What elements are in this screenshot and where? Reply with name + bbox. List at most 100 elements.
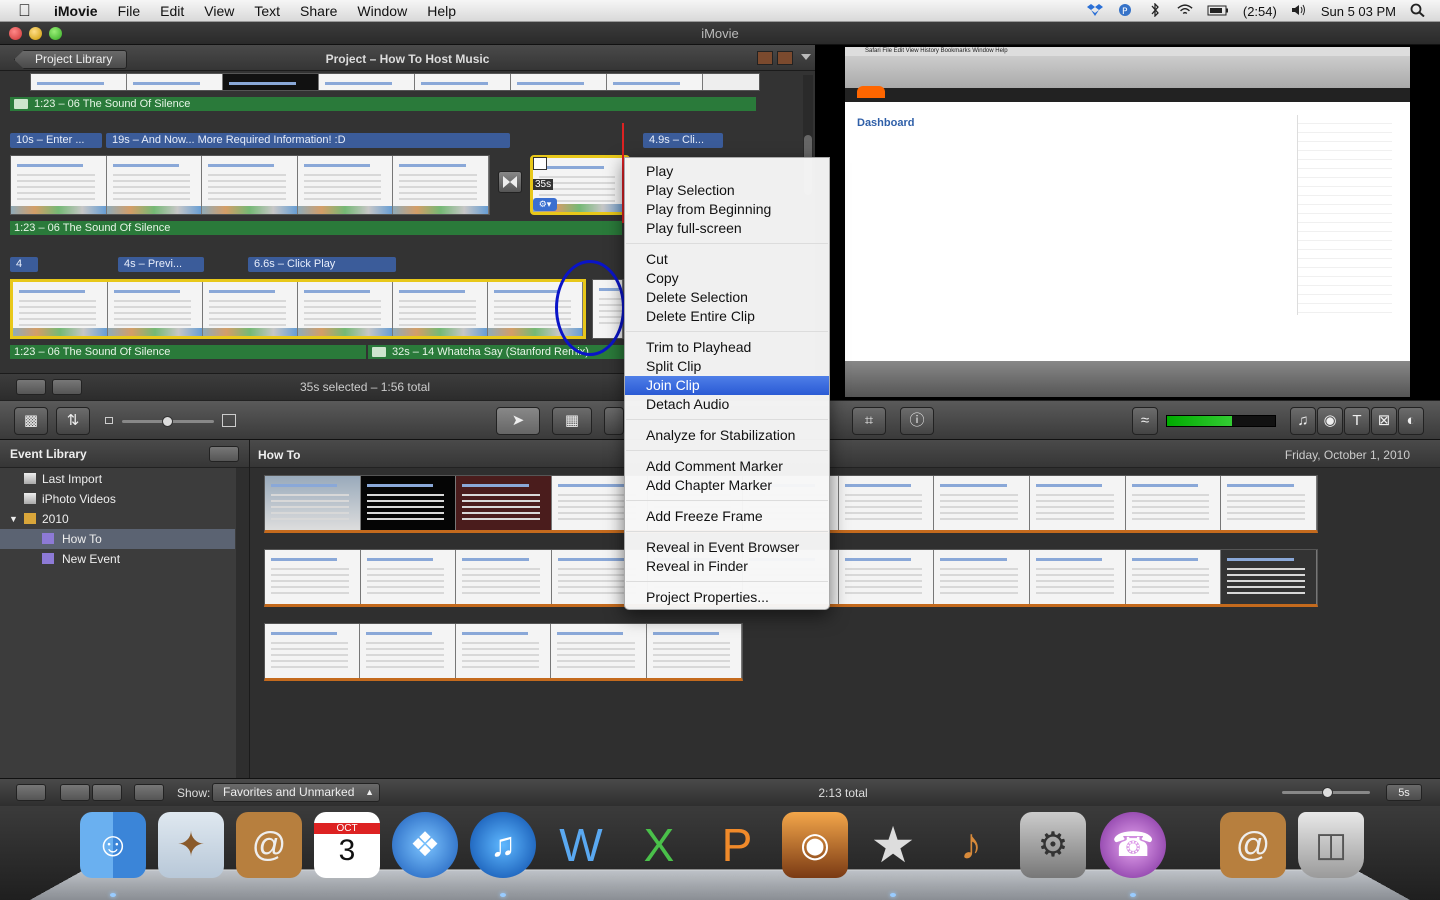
address-book-icon[interactable]: @ (1220, 812, 1286, 878)
event-item-new-event[interactable]: New Event (0, 549, 235, 569)
thumbnail-size-slider[interactable] (122, 416, 214, 427)
clip-thumbnail[interactable] (415, 74, 511, 90)
menu-item-detach-audio[interactable]: Detach Audio (625, 395, 829, 414)
clip-thumbnail[interactable] (106, 156, 203, 214)
apple-menu-icon[interactable]:  (18, 1, 31, 21)
word-icon[interactable]: W (548, 812, 614, 878)
play-button[interactable] (52, 379, 82, 395)
camera-import-icon[interactable]: ▩ (14, 407, 48, 435)
clip-thumbnail[interactable] (1221, 550, 1318, 604)
swap-panes-icon[interactable]: ⇅ (56, 407, 90, 435)
menu-item-delete-entire-clip[interactable]: Delete Entire Clip (625, 307, 829, 326)
music-browser-icon[interactable]: ♫ (1290, 407, 1316, 435)
clip-thumbnail[interactable] (838, 476, 935, 530)
clip-thumbnail[interactable] (1125, 476, 1222, 530)
clip-strip[interactable] (30, 73, 760, 91)
event-item-how-to[interactable]: How To (0, 529, 235, 549)
menu-item-play[interactable]: Play (625, 162, 829, 181)
clip-action-gear-icon[interactable]: ⚙▾ (533, 198, 557, 211)
clip-thumbnail[interactable] (607, 74, 703, 90)
clip-thumbnail[interactable] (265, 624, 361, 678)
clip-thumbnail[interactable] (455, 624, 552, 678)
clip-thumbnail[interactable] (13, 282, 108, 336)
event-library-scrollbar[interactable] (236, 468, 249, 778)
title-browser-icon[interactable]: T (1344, 407, 1370, 435)
menu-item-delete-selection[interactable]: Delete Selection (625, 288, 829, 307)
play-fullscreen-button[interactable] (16, 379, 46, 395)
photo-browser-icon[interactable]: ◉ (1317, 407, 1343, 435)
menu-item-reveal-in-finder[interactable]: Reveal in Finder (625, 557, 829, 576)
bluetooth-icon[interactable] (1147, 2, 1163, 20)
zoom-slider[interactable] (1282, 787, 1370, 798)
clip-thumbnail[interactable] (11, 156, 107, 214)
iphoto-icon[interactable]: ◉ (782, 812, 848, 878)
event-item-last-import[interactable]: Last Import (0, 469, 235, 489)
menu-item-cut[interactable]: Cut (625, 250, 829, 269)
finder-icon[interactable]: ☺ (80, 812, 146, 878)
menu-item-project-properties[interactable]: Project Properties... (625, 588, 829, 607)
clip-thumbnail[interactable] (319, 74, 415, 90)
imovie-icon[interactable]: ★ (860, 812, 926, 878)
clip-thumbnail[interactable] (456, 476, 552, 530)
clip-thumbnail[interactable] (551, 624, 647, 678)
clip-thumbnail[interactable] (127, 74, 223, 90)
clip-thumbnail[interactable] (456, 550, 552, 604)
clip-title-bar[interactable]: 10s – Enter ... (10, 133, 102, 148)
wifi-icon[interactable] (1177, 3, 1193, 20)
transition-browser-icon[interactable]: ⊠ (1371, 407, 1397, 435)
battery-time[interactable]: (2:54) (1243, 4, 1277, 19)
menu-share[interactable]: Share (300, 3, 337, 19)
event-clip-strip[interactable] (264, 623, 743, 681)
address-book-icon[interactable]: @ (236, 812, 302, 878)
clip-thumbnail[interactable] (202, 156, 298, 214)
clip-title-bar[interactable]: 4 (10, 257, 38, 272)
clip-thumbnail[interactable] (1030, 476, 1126, 530)
clip-thumbnail[interactable] (203, 282, 298, 336)
menu-item-play-full-screen[interactable]: Play full-screen (625, 219, 829, 238)
excel-icon[interactable]: X (626, 812, 692, 878)
favorite-button[interactable] (604, 407, 624, 435)
clip-thumbnail[interactable] (393, 282, 488, 336)
map-browser-icon[interactable]: ◐ (1398, 407, 1424, 435)
clip-thumbnail[interactable] (934, 476, 1031, 530)
clip-thumbnail[interactable] (297, 156, 394, 214)
chevron-down-icon[interactable] (801, 54, 811, 60)
broadcast-icon[interactable]: ☎ (1100, 812, 1166, 878)
clip-thumbnail[interactable] (838, 550, 935, 604)
menu-view[interactable]: View (204, 3, 234, 19)
music-track[interactable]: 1:23 – 06 The Sound Of Silence (10, 97, 756, 111)
clip-thumbnail[interactable] (934, 550, 1031, 604)
menu-item-add-chapter-marker[interactable]: Add Chapter Marker (625, 476, 829, 495)
menu-edit[interactable]: Edit (160, 3, 184, 19)
menu-window[interactable]: Window (357, 3, 407, 19)
sync-icon[interactable]: P (1117, 3, 1133, 20)
menu-item-play-selection[interactable]: Play Selection (625, 181, 829, 200)
safari-icon[interactable]: ❖ (392, 812, 458, 878)
clip-thumbnail[interactable] (511, 74, 607, 90)
clip-thumbnail[interactable] (646, 624, 743, 678)
disclosure-triangle-icon[interactable]: ▼ (9, 509, 18, 529)
garageband-icon[interactable]: ♪ (938, 812, 1004, 878)
crop-badge-icon[interactable] (533, 157, 547, 170)
menu-clock[interactable]: Sun 5 03 PM (1321, 4, 1396, 19)
mail-icon[interactable]: ✦ (158, 812, 224, 878)
menu-file[interactable]: File (118, 3, 141, 19)
comment-marker-icon[interactable] (757, 51, 773, 65)
crop-tool-button[interactable]: ⌗ (852, 407, 886, 435)
clip-thumbnail[interactable] (360, 550, 457, 604)
add-clip-button[interactable]: ▦ (552, 407, 592, 435)
clip-thumbnail[interactable] (31, 74, 127, 90)
ical-icon[interactable]: OCT 3 (314, 812, 380, 878)
menu-item-add-comment-marker[interactable]: Add Comment Marker (625, 457, 829, 476)
menu-item-copy[interactable]: Copy (625, 269, 829, 288)
menu-item-trim-to-playhead[interactable]: Trim to Playhead (625, 338, 829, 357)
event-item-iphoto-videos[interactable]: iPhoto Videos (0, 489, 235, 509)
battery-icon[interactable] (1207, 3, 1229, 20)
music-track[interactable]: 1:23 – 06 The Sound Of Silence (10, 345, 366, 359)
select-tool-button[interactable]: ➤ (496, 407, 540, 435)
clip-title-bar[interactable]: 4.9s – Cli... (643, 133, 723, 148)
clip-thumbnail[interactable] (1125, 550, 1222, 604)
clip-thumbnail[interactable] (108, 282, 203, 336)
clip-thumbnail[interactable] (298, 282, 393, 336)
spotlight-icon[interactable] (1410, 3, 1426, 20)
